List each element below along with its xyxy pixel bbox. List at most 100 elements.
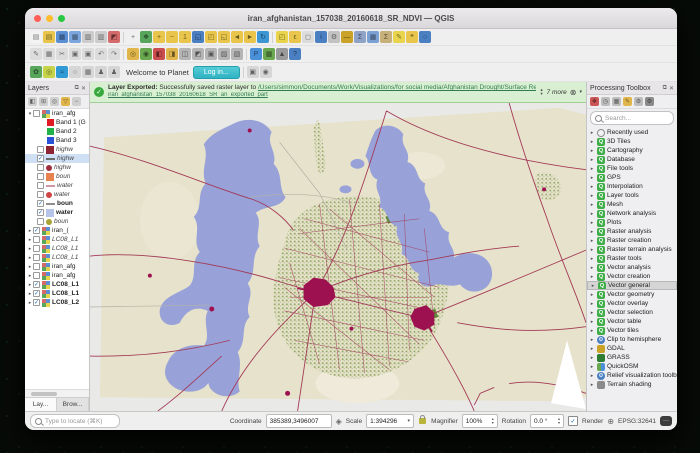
raster-toolbar-icon[interactable]: ▩ bbox=[263, 48, 275, 60]
processing-group-item[interactable]: ▸ Vector creation bbox=[587, 272, 677, 281]
new-print-layout-icon[interactable]: ▥ bbox=[82, 31, 94, 43]
processing-group-item[interactable]: ▸ Vector table bbox=[587, 317, 677, 326]
message-caret-icon[interactable]: ▾ bbox=[579, 89, 582, 95]
open-layer-styling-icon[interactable]: ◧ bbox=[28, 97, 37, 106]
expand-arrow-icon[interactable]: ▸ bbox=[589, 382, 595, 388]
buffer-icon[interactable]: ◎ bbox=[127, 48, 139, 60]
expand-arrow-icon[interactable]: ▸ bbox=[589, 373, 595, 379]
coordinate-input[interactable]: 385389,3496007 bbox=[266, 414, 332, 428]
layer-visibility-checkbox[interactable] bbox=[33, 227, 40, 234]
zoom-to-selection-icon[interactable]: ◰ bbox=[205, 31, 217, 43]
style-manager-icon[interactable]: ◩ bbox=[108, 31, 120, 43]
layer-item[interactable]: ▸ LC08_L1 bbox=[25, 253, 89, 262]
identify-features-icon[interactable]: i bbox=[315, 31, 327, 43]
expand-arrow-icon[interactable]: ▸ bbox=[589, 202, 595, 208]
processing-group-item[interactable]: ▸ Raster terrain analysis bbox=[587, 245, 677, 254]
layer-item[interactable]: ▸ iran_( bbox=[25, 226, 89, 235]
pan-to-selection-icon[interactable]: ❖ bbox=[140, 31, 152, 43]
processing-group-item[interactable]: ▸ Interpolation bbox=[587, 182, 677, 191]
history-icon[interactable]: ◷ bbox=[601, 97, 610, 106]
deselect-all-icon[interactable]: ◻ bbox=[302, 31, 314, 43]
search-layers-icon[interactable]: ○ bbox=[69, 66, 81, 78]
processing-group-item[interactable]: ▸ Vector general bbox=[587, 281, 677, 290]
zoom-out-icon[interactable]: − bbox=[166, 31, 178, 43]
magnifier-stepper[interactable]: 100%▴▾ bbox=[462, 414, 498, 428]
user-profile-icon[interactable]: ♟ bbox=[95, 66, 107, 78]
processing-group-item[interactable]: ▸ Mesh bbox=[587, 200, 677, 209]
layer-visibility-checkbox[interactable] bbox=[33, 110, 40, 117]
processing-group-item[interactable]: ▸ Database bbox=[587, 155, 677, 164]
remove-layer-icon[interactable]: − bbox=[72, 97, 81, 106]
processing-group-item[interactable]: ▸ GRASS bbox=[587, 353, 677, 362]
crs-value[interactable]: EPSG:32641 bbox=[618, 418, 656, 425]
expand-arrow-icon[interactable]: ▸ bbox=[589, 301, 595, 307]
zoom-in-icon[interactable]: + bbox=[153, 31, 165, 43]
expand-arrow-icon[interactable]: ▸ bbox=[589, 193, 595, 199]
pan-map-icon[interactable]: + bbox=[127, 31, 139, 43]
annotation-icon[interactable]: ✎ bbox=[393, 31, 405, 43]
layer-visibility-checkbox[interactable] bbox=[33, 245, 40, 252]
zoom-last-icon[interactable]: ◄ bbox=[231, 31, 243, 43]
layer-item[interactable]: ▾ iran_afg bbox=[25, 109, 89, 118]
panel-tab[interactable]: Brow... bbox=[57, 398, 89, 411]
zoom-native-icon[interactable]: 1 bbox=[179, 31, 191, 43]
copy-icon[interactable]: ▣ bbox=[69, 48, 81, 60]
processing-group-item[interactable]: ▸ GPS bbox=[587, 173, 677, 182]
processing-group-item[interactable]: ▸ Layer tools bbox=[587, 191, 677, 200]
expand-arrow-icon[interactable]: ▸ bbox=[589, 238, 595, 244]
layer-visibility-checkbox[interactable] bbox=[37, 146, 44, 153]
layer-item[interactable]: water bbox=[25, 190, 89, 199]
panel-tab[interactable]: Lay... bbox=[25, 398, 57, 411]
scale-combobox[interactable]: 1:394296▾ bbox=[366, 414, 414, 428]
layer-visibility-checkbox[interactable] bbox=[33, 263, 40, 270]
close-panel-icon[interactable]: ✕ bbox=[669, 85, 674, 92]
layer-item[interactable]: ▸ LC08_L2 bbox=[25, 298, 89, 307]
locate-input[interactable]: Type to locate (⌘K) bbox=[30, 414, 120, 428]
project-save-icon[interactable]: ▦ bbox=[56, 31, 68, 43]
minimize-window-button[interactable] bbox=[46, 15, 53, 22]
refresh-map-icon[interactable]: ↻ bbox=[257, 31, 269, 43]
expand-arrow-icon[interactable]: ▸ bbox=[589, 247, 595, 253]
expand-arrow-icon[interactable]: ▸ bbox=[589, 346, 595, 352]
layer-visibility-checkbox[interactable] bbox=[33, 236, 40, 243]
layer-item[interactable]: water bbox=[25, 181, 89, 190]
attribute-table-icon[interactable]: ▦ bbox=[367, 31, 379, 43]
processing-group-item[interactable]: ▸ Plots bbox=[587, 218, 677, 227]
layer-item[interactable]: ▸ LC08_L1 bbox=[25, 235, 89, 244]
processing-group-item[interactable]: ▸ Vector tiles bbox=[587, 326, 677, 335]
expand-arrow-icon[interactable]: ▸ bbox=[589, 175, 595, 181]
models-icon[interactable]: ❖ bbox=[590, 97, 599, 106]
select-features-icon[interactable]: ◰ bbox=[276, 31, 288, 43]
layer-item[interactable]: ▸ LC08_L1 bbox=[25, 244, 89, 253]
osm-place-search-icon[interactable]: ◎ bbox=[43, 66, 55, 78]
expand-arrow-icon[interactable]: ▸ bbox=[589, 292, 595, 298]
map-canvas[interactable] bbox=[90, 103, 586, 411]
dissolve-icon[interactable]: ▣ bbox=[205, 48, 217, 60]
select-by-expression-icon[interactable]: ε bbox=[289, 31, 301, 43]
merge-layers-icon[interactable]: ▧ bbox=[231, 48, 243, 60]
processing-group-item[interactable]: ▸ Vector geometry bbox=[587, 290, 677, 299]
expand-arrow-icon[interactable]: ▸ bbox=[589, 337, 595, 343]
planet-logo-icon[interactable]: ≈ bbox=[56, 66, 68, 78]
layer-item[interactable]: ▸ LC08_L1 bbox=[25, 289, 89, 298]
expand-arrow-icon[interactable]: ▸ bbox=[589, 220, 595, 226]
expand-arrow-icon[interactable]: ▸ bbox=[589, 157, 595, 163]
planet-login-button[interactable]: Log in... bbox=[193, 66, 240, 79]
layer-item[interactable]: boun bbox=[25, 199, 89, 208]
python-console-icon[interactable]: P bbox=[250, 48, 262, 60]
undo-icon[interactable]: ↶ bbox=[95, 48, 107, 60]
layers-hscrollbar[interactable] bbox=[25, 389, 89, 397]
layer-visibility-checkbox[interactable] bbox=[37, 191, 44, 198]
manage-map-themes-icon[interactable]: ◎ bbox=[50, 97, 59, 106]
layer-item[interactable]: boun bbox=[25, 217, 89, 226]
zoom-full-icon[interactable]: ◱ bbox=[192, 31, 204, 43]
options-icon[interactable]: ⚙ bbox=[634, 97, 643, 106]
layer-item[interactable]: ▸ iran_afg bbox=[25, 271, 89, 280]
close-message-icon[interactable]: ⊗ bbox=[570, 88, 577, 97]
layer-visibility-checkbox[interactable] bbox=[33, 290, 40, 297]
layer-item[interactable]: ▸ LC08_L1 bbox=[25, 280, 89, 289]
expand-arrow-icon[interactable]: ▸ bbox=[589, 211, 595, 217]
help-icon[interactable]: ? bbox=[289, 48, 301, 60]
processing-group-item[interactable]: ▸ File tools bbox=[587, 164, 677, 173]
message-stepper-icon[interactable]: ▲▼ bbox=[540, 88, 544, 96]
